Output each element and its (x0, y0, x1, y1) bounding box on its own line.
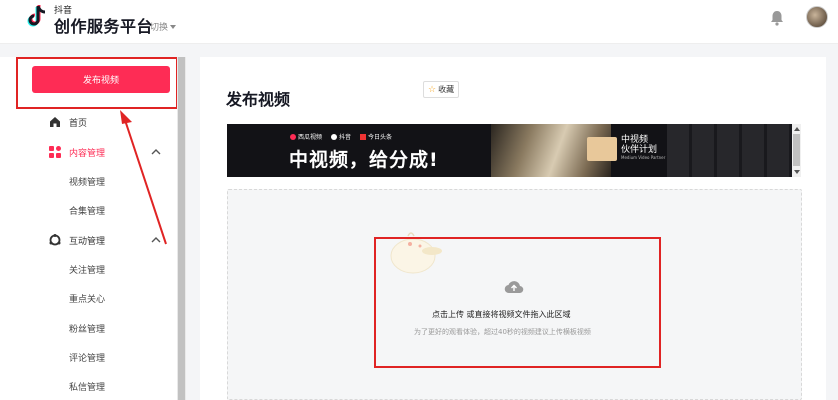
sidebar-subitem-comment-management[interactable]: 评论管理 (69, 351, 105, 364)
plan-line-1: 中视频 (621, 135, 649, 145)
banner-logo-douyin: 抖音 (331, 132, 351, 141)
sidebar-item-label: 内容管理 (69, 148, 106, 159)
page-title: 发布视频 (226, 90, 291, 109)
banner-slogan: 中视频，给分成! (289, 149, 439, 171)
scrollbar-thumb[interactable] (793, 134, 800, 166)
sidebar-item-label: 首页 (69, 118, 88, 129)
plan-english: Medium Video Partner (621, 155, 666, 160)
grid-icon (49, 146, 61, 158)
upload-highlight-box (374, 237, 661, 368)
sidebar-subitem-follow-management[interactable]: 关注管理 (69, 263, 105, 276)
top-header: 抖音 创作服务平台 切换 (0, 0, 838, 44)
banner-video-thumbnails (667, 124, 792, 177)
chevron-up-icon[interactable] (151, 236, 161, 244)
bell-icon[interactable] (770, 10, 784, 26)
interaction-icon (49, 234, 61, 246)
douyin-logo-icon[interactable] (27, 4, 49, 30)
caret-down-icon (170, 24, 177, 29)
sidebar-item-interaction[interactable]: 互动管理 (0, 230, 178, 250)
banner-partner-logos: 西瓜视频 抖音 今日头条 (290, 132, 392, 141)
favorite-label: 收藏 (438, 85, 455, 94)
user-avatar[interactable] (806, 6, 828, 28)
sidebar-subitem-key-care[interactable]: 重点关心 (69, 292, 105, 305)
cloud-upload-icon[interactable] (504, 279, 524, 295)
switch-dropdown[interactable]: 切换 (150, 20, 177, 33)
banner-logo-toutiao: 今日头条 (360, 132, 392, 141)
sidebar-subitem-collection-management[interactable]: 合集管理 (69, 204, 105, 217)
partner-plan-badge-icon (587, 137, 617, 161)
banner-plan-text: 中视频 伙伴计划 Medium Video Partner (621, 135, 665, 161)
plan-line-2: 伙伴计划 (621, 145, 658, 155)
sidebar-item-content[interactable]: 内容管理 (0, 142, 178, 162)
scroll-down-icon[interactable] (794, 170, 800, 174)
star-icon: ☆ (428, 84, 437, 95)
platform-title: 创作服务平台 (54, 17, 154, 36)
scrollbar-thumb[interactable] (178, 57, 185, 400)
chevron-up-icon[interactable] (151, 148, 161, 156)
upload-instruction[interactable]: 点击上传 或直接将视频文件拖入此区域 (432, 309, 571, 320)
douyin-icon (331, 133, 338, 140)
scroll-up-icon[interactable] (794, 127, 800, 131)
banner-logo-xigua: 西瓜视频 (290, 132, 322, 141)
home-icon (50, 117, 60, 127)
sidebar-subitem-video-management[interactable]: 视频管理 (69, 175, 105, 188)
sidebar-subitem-fans-management[interactable]: 粉丝管理 (69, 322, 105, 335)
upload-hint: 为了更好的观看体验，超过40秒的视频建议上传横板视频 (414, 328, 591, 336)
xigua-icon (290, 133, 296, 140)
toutiao-icon (360, 133, 367, 140)
sidebar-subitem-message-management[interactable]: 私信管理 (69, 380, 105, 393)
sidebar-item-home[interactable]: 首页 (0, 112, 178, 132)
switch-label: 切换 (150, 23, 169, 33)
favorite-button[interactable]: ☆ 收藏 (423, 81, 460, 98)
publish-video-button[interactable]: 发布视频 (32, 66, 170, 93)
sidebar-scrollbar[interactable] (177, 57, 186, 400)
sidebar-item-label: 互动管理 (69, 236, 106, 247)
promo-banner[interactable]: 西瓜视频 抖音 今日头条 中视频，给分成! 中视频 伙伴计划 Medium Vi… (227, 124, 792, 177)
banner-scrollbar[interactable] (792, 124, 801, 177)
